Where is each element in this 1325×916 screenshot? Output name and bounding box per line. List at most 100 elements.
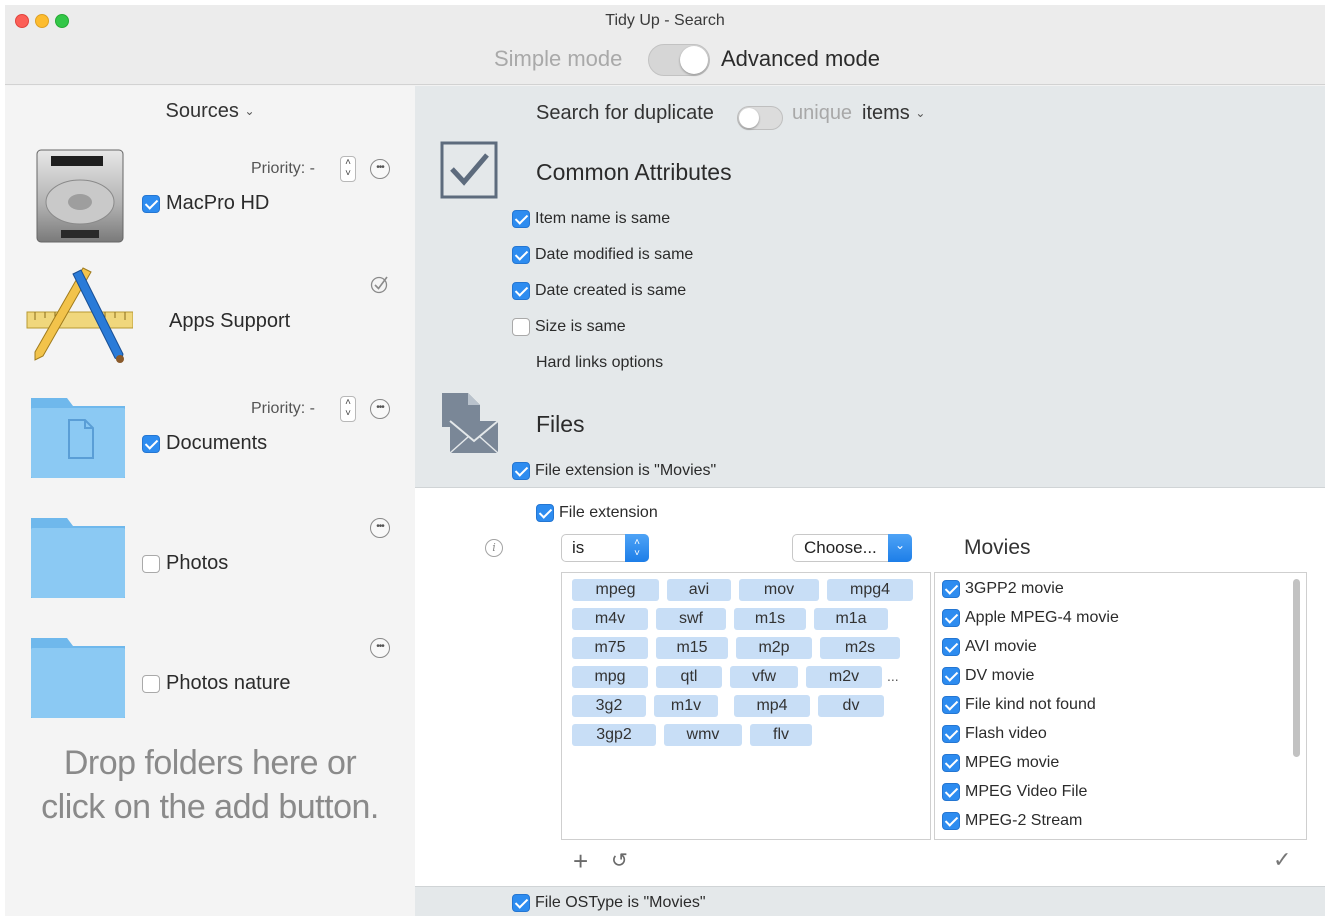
- attr-date-created[interactable]: Date created is same: [512, 282, 686, 304]
- kind-checkbox[interactable]: [942, 609, 960, 627]
- kind-checkbox[interactable]: [942, 812, 960, 830]
- documents-folder-icon: [31, 398, 125, 478]
- advanced-mode-label[interactable]: Advanced mode: [721, 46, 880, 72]
- extension-tag[interactable]: mpg4: [827, 579, 913, 601]
- kind-checkbox[interactable]: [942, 696, 960, 714]
- kind-item[interactable]: Apple MPEG-4 movie: [942, 609, 1119, 633]
- kind-item[interactable]: MPEG-2 Stream: [942, 812, 1082, 836]
- priority-stepper[interactable]: ˄ ˅: [340, 156, 356, 182]
- extension-tag[interactable]: 3gp2: [572, 724, 656, 746]
- attr-checkbox[interactable]: [512, 462, 530, 480]
- extension-tag[interactable]: m4v: [572, 608, 648, 630]
- kind-item[interactable]: MPEG Video File: [942, 783, 1087, 807]
- kind-checkbox[interactable]: [942, 580, 960, 598]
- extension-tag[interactable]: 3g2: [572, 695, 646, 717]
- extension-tag[interactable]: vfw: [730, 666, 798, 688]
- source-item[interactable]: Photos •••: [5, 504, 415, 624]
- extension-tag[interactable]: m75: [572, 637, 648, 659]
- hard-links-options[interactable]: Hard links options: [536, 354, 663, 376]
- extension-tag[interactable]: m15: [656, 637, 728, 659]
- simple-mode-label[interactable]: Simple mode: [494, 46, 622, 72]
- attr-file-extension-summary[interactable]: File extension is "Movies": [512, 462, 716, 484]
- attr-item-name[interactable]: Item name is same: [512, 210, 670, 232]
- kinds-scrollbar[interactable]: [1293, 579, 1300, 757]
- more-options-icon[interactable]: •••: [370, 638, 390, 658]
- kind-checkbox[interactable]: [942, 783, 960, 801]
- sources-menu[interactable]: Sources ⌄: [5, 100, 415, 123]
- extension-tag[interactable]: qtl: [656, 666, 722, 688]
- kind-checkbox[interactable]: [942, 754, 960, 772]
- attr-file-ostype[interactable]: File OSType is "Movies": [512, 894, 706, 916]
- extension-tag[interactable]: flv: [750, 724, 812, 746]
- file-extension-option[interactable]: File extension: [536, 504, 658, 522]
- choose-category-select[interactable]: Choose... ⌄: [792, 534, 912, 562]
- source-item[interactable]: Photos nature •••: [5, 624, 415, 744]
- kind-item[interactable]: File kind not found: [942, 696, 1096, 720]
- kind-label: MPEG-2 Stream: [965, 812, 1083, 830]
- kind-item[interactable]: AVI movie: [942, 638, 1037, 662]
- file-kinds-list[interactable]: 3GPP2 movie Apple MPEG-4 movie AVI movie…: [934, 572, 1307, 840]
- extension-tag[interactable]: mp4: [734, 695, 810, 717]
- extension-tag[interactable]: mov: [739, 579, 819, 601]
- search-duplicate-label[interactable]: Search for duplicate: [536, 102, 714, 125]
- operator-select[interactable]: is ˄ ˅: [561, 534, 649, 562]
- attr-date-modified[interactable]: Date modified is same: [512, 246, 693, 268]
- extension-tag[interactable]: mpg: [572, 666, 648, 688]
- extension-tag[interactable]: avi: [667, 579, 731, 601]
- app-window: Tidy Up - Search Simple mode Advanced mo…: [5, 5, 1325, 916]
- kind-label: 3GPP2 movie: [965, 580, 1064, 598]
- more-tags-ellipsis: ...: [887, 668, 899, 684]
- attr-checkbox[interactable]: [512, 246, 530, 264]
- source-item[interactable]: MacPro HD Priority: - ˄ ˅ •••: [5, 144, 415, 264]
- source-item[interactable]: Apps Support: [5, 264, 415, 384]
- kind-item[interactable]: DV movie: [942, 667, 1034, 691]
- revert-icon[interactable]: ↺: [611, 850, 628, 872]
- kind-checkbox[interactable]: [942, 638, 960, 656]
- attr-checkbox[interactable]: [512, 894, 530, 912]
- source-checkbox[interactable]: [142, 195, 160, 213]
- attr-checkbox[interactable]: [512, 210, 530, 228]
- priority-stepper[interactable]: ˄ ˅: [340, 396, 356, 422]
- apply-checkmark-button[interactable]: ✓: [1273, 848, 1291, 872]
- extension-tag[interactable]: swf: [656, 608, 726, 630]
- kind-checkbox[interactable]: [942, 725, 960, 743]
- add-button[interactable]: +: [573, 848, 588, 874]
- toggle-knob: [739, 108, 759, 128]
- kind-item[interactable]: MPEG movie: [942, 754, 1059, 778]
- more-options-icon[interactable]: •••: [370, 159, 390, 179]
- attr-checkbox[interactable]: [512, 318, 530, 336]
- items-menu[interactable]: items ⌄: [862, 102, 925, 125]
- extension-tag[interactable]: mpeg: [572, 579, 659, 601]
- source-item[interactable]: Documents Priority: - ˄ ˅ •••: [5, 384, 415, 504]
- folder-icon: [31, 518, 125, 598]
- attr-checkbox[interactable]: [512, 282, 530, 300]
- kind-checkbox[interactable]: [942, 667, 960, 685]
- extension-tag[interactable]: m2p: [736, 637, 812, 659]
- extension-tag[interactable]: dv: [818, 695, 884, 717]
- extension-tag[interactable]: m2s: [820, 637, 900, 659]
- kind-item[interactable]: Flash video: [942, 725, 1047, 749]
- updown-arrows-icon: ˄ ˅: [625, 534, 649, 562]
- source-checkbox[interactable]: [142, 675, 160, 693]
- kind-item[interactable]: 3GPP2 movie: [942, 580, 1064, 604]
- category-title: Movies: [964, 536, 1031, 559]
- more-options-icon[interactable]: •••: [370, 518, 390, 538]
- attr-size[interactable]: Size is same: [512, 318, 626, 340]
- extension-tag[interactable]: m1a: [814, 608, 888, 630]
- hard-drive-icon: [36, 149, 124, 243]
- more-options-icon[interactable]: •••: [370, 399, 390, 419]
- files-title: Files: [536, 411, 585, 437]
- info-icon[interactable]: i: [485, 539, 503, 557]
- mode-toggle[interactable]: [648, 44, 710, 76]
- extension-tag[interactable]: wmv: [664, 724, 742, 746]
- file-extension-checkbox[interactable]: [536, 504, 554, 522]
- extension-tag[interactable]: m1v: [654, 695, 718, 717]
- source-checkbox[interactable]: [142, 435, 160, 453]
- duplicate-unique-toggle[interactable]: [737, 106, 783, 130]
- extension-tag[interactable]: m2v: [806, 666, 882, 688]
- source-checkbox[interactable]: [142, 555, 160, 573]
- extension-tags-field[interactable]: mpeg avi mov mpg4 m4v swf m1s m1a m75 m1…: [561, 572, 931, 840]
- search-unique-label[interactable]: unique: [792, 102, 852, 125]
- extension-tag[interactable]: m1s: [734, 608, 806, 630]
- items-label: items: [862, 102, 910, 124]
